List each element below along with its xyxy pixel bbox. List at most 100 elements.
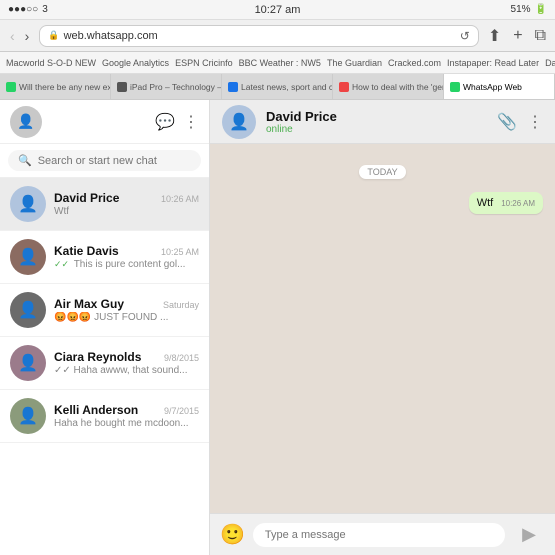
reload-button[interactable]: ↺ <box>460 29 470 43</box>
chat-time-airmax: Saturday <box>163 300 199 310</box>
tab-3[interactable]: How to deal with the 'gentle... <box>333 74 444 99</box>
tab-label-3: How to deal with the 'gentle... <box>352 82 444 92</box>
status-left: ●●●○○ 3 <box>8 4 48 15</box>
tab-label-0: Will there be any new expans... <box>19 82 111 92</box>
chat-info-david: David Price 10:26 AM Wtf <box>54 191 199 217</box>
tab-favicon-2 <box>228 82 238 92</box>
search-input[interactable] <box>38 155 191 167</box>
bookmark-bbc[interactable]: BBC Weather : NW5 <box>239 58 321 68</box>
carrier-label: 3 <box>42 4 48 15</box>
emoji-button[interactable]: 🙂 <box>220 522 245 547</box>
chat-preview-katie: ✓✓ This is pure content gol... <box>54 259 199 270</box>
bookmark-guardian[interactable]: The Guardian <box>327 58 382 68</box>
chat-info-ciara: Ciara Reynolds 9/8/2015 ✓✓ Haha awww, th… <box>54 350 199 376</box>
sidebar-header-icons: 💬 ⋮ <box>155 112 199 132</box>
tab-favicon-1 <box>117 82 127 92</box>
avatar-airmax: 👤 <box>10 292 46 328</box>
signal-indicator: ●●●○○ <box>8 4 38 15</box>
chat-preview-david: Wtf <box>54 206 199 217</box>
chat-more-options-icon[interactable]: ⋮ <box>527 112 543 132</box>
chat-name-katie: Katie Davis <box>54 244 119 258</box>
chat-item-airmax[interactable]: 👤 Air Max Guy Saturday 😡😡😡 JUST FOUND ..… <box>0 284 209 337</box>
forward-button[interactable]: › <box>21 26 34 46</box>
tab-2[interactable]: Latest news, sport and comm... <box>222 74 333 99</box>
tab-0[interactable]: Will there be any new expans... <box>0 74 111 99</box>
chat-name-row-kelli: Kelli Anderson 9/7/2015 <box>54 403 199 417</box>
new-tab-button[interactable]: + <box>510 26 525 46</box>
back-button[interactable]: ‹ <box>6 26 19 46</box>
chat-name-david: David Price <box>54 191 119 205</box>
chat-info-airmax: Air Max Guy Saturday 😡😡😡 JUST FOUND ... <box>54 297 199 323</box>
status-bar: ●●●○○ 3 10:27 am 51% 🔋 <box>0 0 555 20</box>
search-container: 🔍 <box>8 150 201 171</box>
app-container: 👤 💬 ⋮ 🔍 👤 David Price <box>0 100 555 555</box>
compose-icon[interactable]: 💬 <box>155 112 175 132</box>
tab-1[interactable]: iPad Pro – Technology – Apple <box>111 74 222 99</box>
chat-item-kelli[interactable]: 👤 Kelli Anderson 9/7/2015 Haha he bought… <box>0 390 209 443</box>
tab-favicon-4 <box>450 82 460 92</box>
share-button[interactable]: ⬆ <box>485 25 504 47</box>
battery-icon: 🔋 <box>535 4 547 15</box>
chat-header-avatar[interactable]: 👤 <box>222 105 256 139</box>
messages-area: TODAY Wtf 10:26 AM <box>210 144 555 513</box>
address-url: web.whatsapp.com <box>64 30 158 42</box>
search-icon: 🔍 <box>18 154 32 167</box>
chat-item-katie[interactable]: 👤 Katie Davis 10:25 AM ✓✓ This is pure c… <box>0 231 209 284</box>
tabs-button[interactable]: ⧉ <box>532 26 549 46</box>
my-avatar[interactable]: 👤 <box>10 106 42 138</box>
status-right: 51% 🔋 <box>511 4 547 15</box>
bookmark-cracked[interactable]: Cracked.com <box>388 58 441 68</box>
tabs-bar: Will there be any new expans... iPad Pro… <box>0 74 555 100</box>
date-pill: TODAY <box>359 165 405 179</box>
chat-header-avatar-icon: 👤 <box>229 112 249 132</box>
chat-preview-airmax: 😡😡😡 JUST FOUND ... <box>54 312 199 323</box>
input-bar: 🙂 ▶ <box>210 513 555 555</box>
chat-panel-header: 👤 David Price online 📎 ⋮ <box>210 100 555 144</box>
avatar-katie-icon: 👤 <box>18 247 38 267</box>
message-time-0: 10:26 AM <box>501 199 535 208</box>
chat-name-airmax: Air Max Guy <box>54 297 124 311</box>
more-options-icon[interactable]: ⋮ <box>183 112 199 132</box>
chat-info-kelli: Kelli Anderson 9/7/2015 Haha he bought m… <box>54 403 199 429</box>
bookmark-espn[interactable]: ESPN Cricinfo <box>175 58 233 68</box>
avatar-ciara-icon: 👤 <box>18 353 38 373</box>
my-avatar-icon: 👤 <box>17 113 34 130</box>
avatar-kelli: 👤 <box>10 398 46 434</box>
avatar-airmax-icon: 👤 <box>18 300 38 320</box>
tab-4[interactable]: WhatsApp Web <box>444 74 555 99</box>
chat-list: 👤 David Price 10:26 AM Wtf 👤 <box>0 178 209 555</box>
chat-name-row-airmax: Air Max Guy Saturday <box>54 297 199 311</box>
avatar-david: 👤 <box>10 186 46 222</box>
chat-name-kelli: Kelli Anderson <box>54 403 138 417</box>
chat-header-name: David Price <box>266 109 487 124</box>
sidebar-header: 👤 💬 ⋮ <box>0 100 209 144</box>
chat-time-kelli: 9/7/2015 <box>164 406 199 416</box>
tab-label-4: WhatsApp Web <box>463 82 522 92</box>
chat-name-row-david: David Price 10:26 AM <box>54 191 199 205</box>
bookmark-dailymotion[interactable]: Dailymotion <box>545 58 555 68</box>
chat-item-ciara[interactable]: 👤 Ciara Reynolds 9/8/2015 ✓✓ Haha awww, … <box>0 337 209 390</box>
chat-time-ciara: 9/8/2015 <box>164 353 199 363</box>
attachment-icon[interactable]: 📎 <box>497 112 517 132</box>
chat-time-david: 10:26 AM <box>161 194 199 204</box>
bookmark-instapaper[interactable]: Instapaper: Read Later <box>447 58 539 68</box>
chat-preview-kelli: Haha he bought me mcdoon... <box>54 418 199 429</box>
chat-item-david[interactable]: 👤 David Price 10:26 AM Wtf <box>0 178 209 231</box>
lock-icon: 🔒 <box>48 30 59 41</box>
chat-panel: 👤 David Price online 📎 ⋮ TODAY Wtf 10:26… <box>210 100 555 555</box>
search-bar: 🔍 <box>0 144 209 178</box>
bookmark-analytics[interactable]: Google Analytics <box>102 58 169 68</box>
bookmarks-bar: Macworld S-O-D NEW Google Analytics ESPN… <box>0 52 555 74</box>
bookmark-macworld[interactable]: Macworld S-O-D NEW <box>6 58 96 68</box>
message-input[interactable] <box>253 523 505 547</box>
tab-favicon-3 <box>339 82 349 92</box>
address-bar[interactable]: 🔒 web.whatsapp.com ↺ <box>39 25 478 47</box>
avatar-kelli-icon: 👤 <box>18 406 38 426</box>
tab-favicon-0 <box>6 82 16 92</box>
tick-katie: ✓✓ <box>54 259 69 269</box>
chat-name-row-ciara: Ciara Reynolds 9/8/2015 <box>54 350 199 364</box>
send-button[interactable]: ▶ <box>513 519 545 551</box>
chat-name-row-katie: Katie Davis 10:25 AM <box>54 244 199 258</box>
sidebar: 👤 💬 ⋮ 🔍 👤 David Price <box>0 100 210 555</box>
avatar-ciara: 👤 <box>10 345 46 381</box>
